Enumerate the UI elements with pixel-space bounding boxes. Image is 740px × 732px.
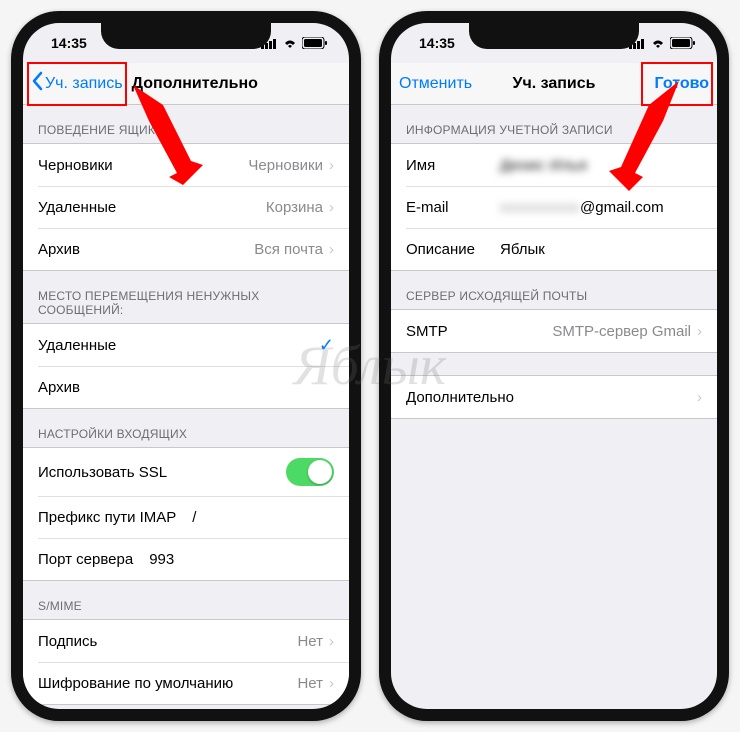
done-button[interactable]: Готово (629, 75, 709, 93)
row-advanced[interactable]: Дополнительно › (391, 376, 717, 418)
row-port[interactable]: Порт сервера 993 (23, 538, 349, 580)
nav-title: Дополнительно (132, 75, 258, 93)
desc-value: Яблык (500, 241, 702, 258)
settings-content: ПОВЕДЕНИЕ ЯЩИК Черновики Черновики › Удал… (23, 105, 349, 709)
ssl-toggle[interactable] (286, 458, 334, 486)
chevron-right-icon: › (329, 675, 334, 692)
row-imap-prefix[interactable]: Префикс пути IMAP / (23, 496, 349, 538)
archive-value: Вся почта (254, 241, 323, 258)
row-encrypt[interactable]: Шифрование по умолчанию Нет › (23, 662, 349, 704)
row-drafts[interactable]: Черновики Черновики › (23, 144, 349, 186)
nav-title: Уч. запись (512, 75, 595, 93)
sign-value: Нет (297, 633, 323, 650)
back-label: Уч. запись (45, 75, 123, 93)
cancel-button[interactable]: Отменить (399, 75, 479, 93)
section-header-smime: S/MIME (23, 581, 349, 619)
nav-bar: Отменить Уч. запись Готово (391, 63, 717, 105)
row-move-deleted[interactable]: Удаленные ✓ (23, 324, 349, 366)
row-move-archive[interactable]: Архив (23, 366, 349, 408)
notch (469, 23, 639, 49)
email-label: E-mail (406, 199, 486, 216)
drafts-label: Черновики (38, 157, 113, 174)
section-header-outgoing: СЕРВЕР ИСХОДЯЩЕЙ ПОЧТЫ (391, 271, 717, 309)
encrypt-value: Нет (297, 675, 323, 692)
move-deleted-label: Удаленные (38, 337, 116, 354)
port-label: Порт сервера (38, 551, 133, 568)
port-value: 993 (149, 551, 174, 568)
wifi-icon (650, 37, 666, 49)
battery-icon (670, 37, 695, 49)
row-smtp[interactable]: SMTP SMTP-сервер Gmail › (391, 310, 717, 352)
sign-label: Подпись (38, 633, 97, 650)
drafts-value: Черновики (248, 157, 323, 174)
chevron-right-icon: › (329, 241, 334, 258)
chevron-right-icon: › (697, 389, 702, 406)
imap-prefix-value: / (192, 509, 196, 526)
notch (101, 23, 271, 49)
chevron-right-icon: › (329, 633, 334, 650)
phone-left: 14:35 Уч. запись Дополнительно ПОВЕДЕНИЕ… (11, 11, 361, 721)
check-icon: ✓ (319, 335, 334, 356)
email-domain: @gmail.com (580, 199, 664, 216)
chevron-right-icon: › (329, 157, 334, 174)
move-archive-label: Архив (38, 379, 80, 396)
row-name[interactable]: Имя Денис Илья (391, 144, 717, 186)
row-description[interactable]: Описание Яблык (391, 228, 717, 270)
smtp-value: SMTP-сервер Gmail (552, 323, 691, 340)
deleted-label: Удаленные (38, 199, 116, 216)
name-label: Имя (406, 157, 486, 174)
section-header-mailbox: ПОВЕДЕНИЕ ЯЩИК (23, 105, 349, 143)
ssl-label: Использовать SSL (38, 464, 167, 481)
advanced-label: Дополнительно (406, 389, 514, 406)
chevron-left-icon (31, 71, 43, 96)
section-header-incoming: НАСТРОЙКИ ВХОДЯЩИХ (23, 409, 349, 447)
row-deleted[interactable]: Удаленные Корзина › (23, 186, 349, 228)
settings-content: ИНФОРМАЦИЯ УЧЕТНОЙ ЗАПИСИ Имя Денис Илья… (391, 105, 717, 709)
encrypt-label: Шифрование по умолчанию (38, 675, 233, 692)
battery-icon (302, 37, 327, 49)
desc-label: Описание (406, 241, 486, 258)
smtp-label: SMTP (406, 323, 448, 340)
chevron-right-icon: › (697, 323, 702, 340)
nav-bar: Уч. запись Дополнительно (23, 63, 349, 105)
row-ssl[interactable]: Использовать SSL (23, 448, 349, 496)
done-label: Готово (655, 75, 709, 93)
section-header-account-info: ИНФОРМАЦИЯ УЧЕТНОЙ ЗАПИСИ (391, 105, 717, 143)
cancel-label: Отменить (399, 75, 472, 93)
row-email[interactable]: E-mail xxxxxxxxxx@gmail.com (391, 186, 717, 228)
status-time: 14:35 (419, 35, 455, 51)
chevron-right-icon: › (329, 199, 334, 216)
email-hidden: xxxxxxxxxx (500, 199, 580, 216)
archive-label: Архив (38, 241, 80, 258)
name-value: Денис Илья (500, 157, 702, 174)
wifi-icon (282, 37, 298, 49)
status-time: 14:35 (51, 35, 87, 51)
row-archive[interactable]: Архив Вся почта › (23, 228, 349, 270)
imap-prefix-label: Префикс пути IMAP (38, 509, 176, 526)
row-sign[interactable]: Подпись Нет › (23, 620, 349, 662)
deleted-value: Корзина (266, 199, 323, 216)
back-button[interactable]: Уч. запись (31, 71, 123, 96)
section-header-move: МЕСТО ПЕРЕМЕЩЕНИЯ НЕНУЖНЫХ СООБЩЕНИЙ: (23, 271, 349, 323)
phone-right: 14:35 Отменить Уч. запись Готово ИНФОРМА… (379, 11, 729, 721)
